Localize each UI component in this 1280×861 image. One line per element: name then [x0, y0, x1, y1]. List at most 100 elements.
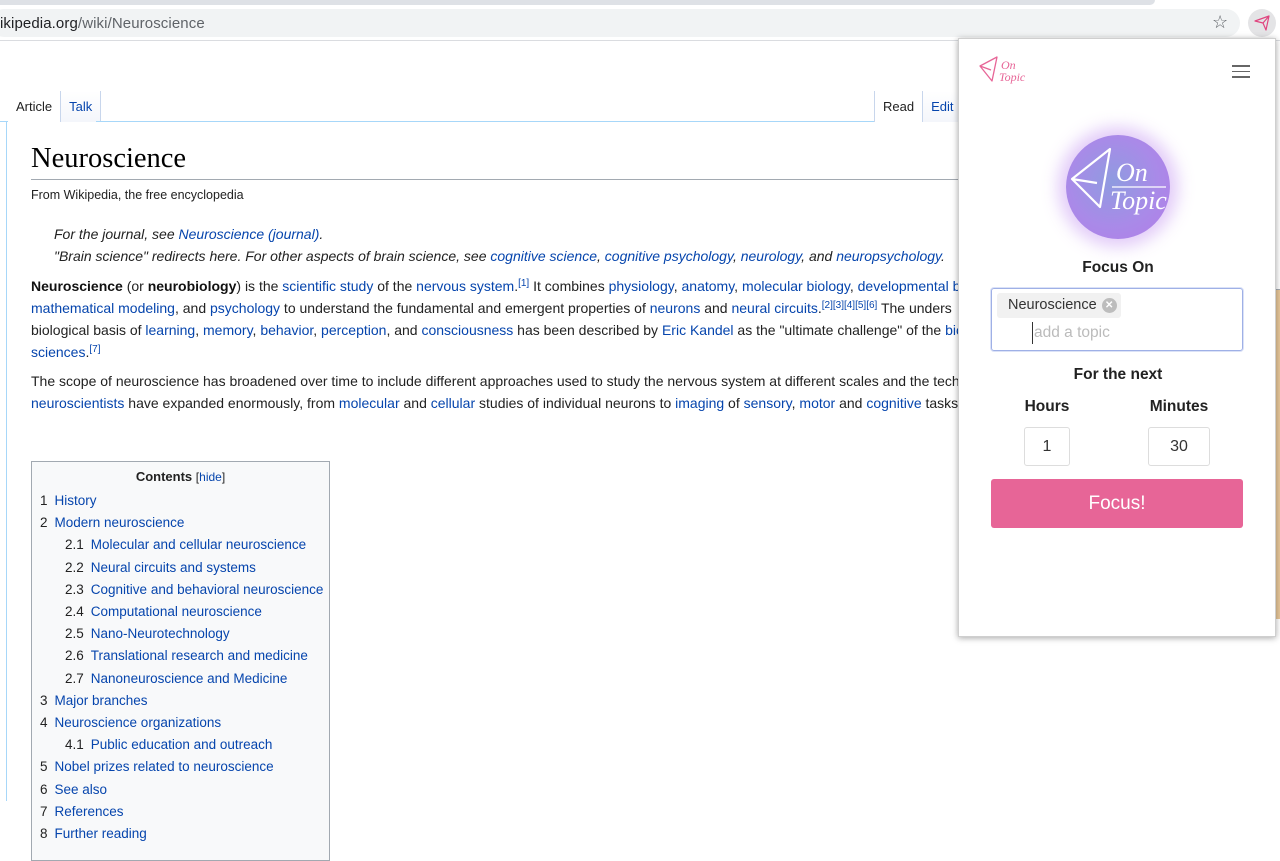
link-psychology[interactable]: psychology: [210, 300, 280, 316]
link-neurons[interactable]: neurons: [650, 300, 701, 316]
toc-item[interactable]: 6 See also: [40, 779, 321, 801]
toc-heading: Contents: [135, 469, 193, 484]
toc-item[interactable]: 8 Further reading: [40, 823, 321, 845]
toc-number: 6: [40, 781, 48, 797]
toc-link[interactable]: Major branches: [55, 693, 148, 708]
browser-toolbar: ikipedia.org/wiki/Neuroscience ☆: [0, 0, 1280, 40]
link-mathematical-modeling[interactable]: mathematical modeling: [31, 300, 175, 316]
table-of-contents: Contents [hide] 1 History 2 Modern neurosci…: [31, 461, 330, 861]
toc-link[interactable]: Cognitive and behavioral neuroscience: [91, 582, 324, 597]
toc-number: 2: [40, 515, 48, 531]
link-anatomy[interactable]: anatomy: [682, 278, 735, 294]
link-neuropsychology[interactable]: neuropsychology: [836, 248, 941, 264]
text: It combines: [529, 278, 609, 294]
topic-tag-input[interactable]: Neuroscience ✕: [991, 288, 1243, 351]
toc-link[interactable]: Translational research and medicine: [91, 648, 308, 663]
link-cognitive[interactable]: cognitive: [866, 395, 921, 411]
link-imaging[interactable]: imaging: [675, 395, 724, 411]
link-motor[interactable]: motor: [799, 395, 835, 411]
toc-item[interactable]: 7 References: [40, 801, 321, 823]
link-consciousness[interactable]: consciousness: [421, 322, 513, 338]
link-cognitive-psychology[interactable]: cognitive psychology: [605, 248, 733, 264]
citation[interactable]: [1]: [518, 278, 529, 289]
link-sciences[interactable]: sciences: [31, 344, 85, 360]
link-eric-kandel[interactable]: Eric Kandel: [662, 322, 734, 338]
link-developmental-biology[interactable]: developmental b: [858, 278, 961, 294]
toc-number: 4.1: [65, 737, 84, 753]
link-behavior[interactable]: behavior: [260, 322, 313, 338]
link-molecular-biology[interactable]: molecular biology: [742, 278, 850, 294]
hatnote-text: ,: [597, 248, 605, 264]
toc-link[interactable]: Modern neuroscience: [55, 515, 185, 530]
tab-read[interactable]: Read: [875, 91, 924, 122]
link-neuroscience-journal[interactable]: Neuroscience (journal): [179, 226, 320, 242]
tab-talk[interactable]: Talk: [61, 91, 102, 122]
toc-link[interactable]: See also: [55, 782, 108, 797]
toc-link[interactable]: Neural circuits and systems: [91, 560, 256, 575]
tab-edit[interactable]: Edit: [923, 91, 963, 122]
toc-link[interactable]: Public education and outreach: [91, 737, 273, 752]
paper-plane-icon: On Topic: [1070, 147, 1167, 215]
link-physiology[interactable]: physiology: [609, 278, 674, 294]
text: of the: [373, 278, 417, 294]
star-icon[interactable]: ☆: [1212, 12, 1228, 32]
toc-number: 1: [40, 493, 48, 508]
text: tasks: [921, 395, 959, 411]
add-topic-input[interactable]: [1032, 322, 1232, 344]
link-memory[interactable]: memory: [203, 322, 253, 338]
hamburger-menu-icon[interactable]: [1232, 65, 1250, 79]
toc-link[interactable]: Nobel prizes related to neuroscience: [55, 759, 274, 774]
toc-hide-toggle[interactable]: [hide]: [196, 470, 225, 484]
toc-link[interactable]: Nanoneuroscience and Medicine: [91, 671, 288, 686]
link-neuroscientists[interactable]: neuroscientists: [31, 395, 124, 411]
toc-link[interactable]: Neuroscience organizations: [55, 715, 222, 730]
remove-topic-icon[interactable]: ✕: [1101, 298, 1117, 313]
link-cellular[interactable]: cellular: [431, 395, 475, 411]
toc-item[interactable]: 2.6 Translational research and medicine: [40, 645, 321, 667]
toc-item[interactable]: 2 Modern neuroscience: [40, 512, 321, 534]
minutes-input[interactable]: [1148, 427, 1210, 466]
toc-item[interactable]: 4.1 Public education and outreach: [40, 734, 321, 756]
toc-item[interactable]: 1 History: [40, 490, 321, 512]
toc-item[interactable]: 2.4 Computational neuroscience: [40, 601, 321, 623]
link-perception[interactable]: perception: [321, 322, 386, 338]
toc-link[interactable]: Molecular and cellular neuroscience: [91, 537, 306, 552]
hours-input[interactable]: [1024, 427, 1070, 466]
toc-item[interactable]: 3 Major branches: [40, 690, 321, 712]
toc-number: 2.6: [65, 648, 84, 664]
citation[interactable]: [7]: [89, 344, 100, 355]
toc-link[interactable]: References: [55, 804, 124, 819]
toc-item[interactable]: 2.7 Nanoneuroscience and Medicine: [40, 668, 321, 690]
toc-list: 1 History 2 Modern neuroscience 2.1 Molecular…: [40, 490, 324, 845]
link-learning[interactable]: learning: [145, 322, 195, 338]
citation[interactable]: [2][3][4][5][6]: [822, 300, 878, 311]
toc-item[interactable]: 2.2 Neural circuits and systems: [40, 557, 321, 579]
link-cognitive-science[interactable]: cognitive science: [490, 248, 597, 264]
tab-article[interactable]: Article: [8, 91, 62, 122]
toc-link[interactable]: History: [55, 493, 97, 508]
link-neurology[interactable]: neurology: [741, 248, 801, 264]
link-molecular[interactable]: molecular: [339, 395, 400, 411]
url-text[interactable]: ikipedia.org/wiki/Neuroscience: [0, 15, 205, 32]
link-nervous-system[interactable]: nervous system: [416, 278, 514, 294]
toc-hide-link[interactable]: hide: [199, 470, 222, 484]
toc-link[interactable]: Further reading: [55, 826, 147, 841]
toc-item[interactable]: 4 Neuroscience organizations: [40, 712, 321, 734]
minutes-label: Minutes: [1149, 398, 1209, 415]
ontopic-hero-logo: On Topic: [1066, 135, 1170, 239]
text: as the "ultimate challenge" of the: [733, 322, 946, 338]
toc-item[interactable]: 2.3 Cognitive and behavioral neuroscience: [40, 579, 324, 601]
ontopic-extension-button[interactable]: [1248, 9, 1276, 37]
link-neural-circuits[interactable]: neural circuits: [731, 300, 817, 316]
link-scientific-study[interactable]: scientific study: [282, 278, 373, 294]
focus-button[interactable]: Focus!: [991, 479, 1243, 528]
toc-link[interactable]: Nano-Neurotechnology: [91, 626, 230, 641]
tab-baseline: [96, 121, 874, 122]
link-sensory[interactable]: sensory: [744, 395, 792, 411]
toc-item[interactable]: 2.1 Molecular and cellular neuroscience: [40, 534, 321, 556]
text: The unders: [877, 300, 952, 316]
toc-item[interactable]: 5 Nobel prizes related to neuroscience: [40, 756, 321, 778]
text: ,: [734, 278, 742, 294]
toc-item[interactable]: 2.5 Nano-Neurotechnology: [40, 623, 321, 645]
toc-link[interactable]: Computational neuroscience: [91, 604, 262, 619]
